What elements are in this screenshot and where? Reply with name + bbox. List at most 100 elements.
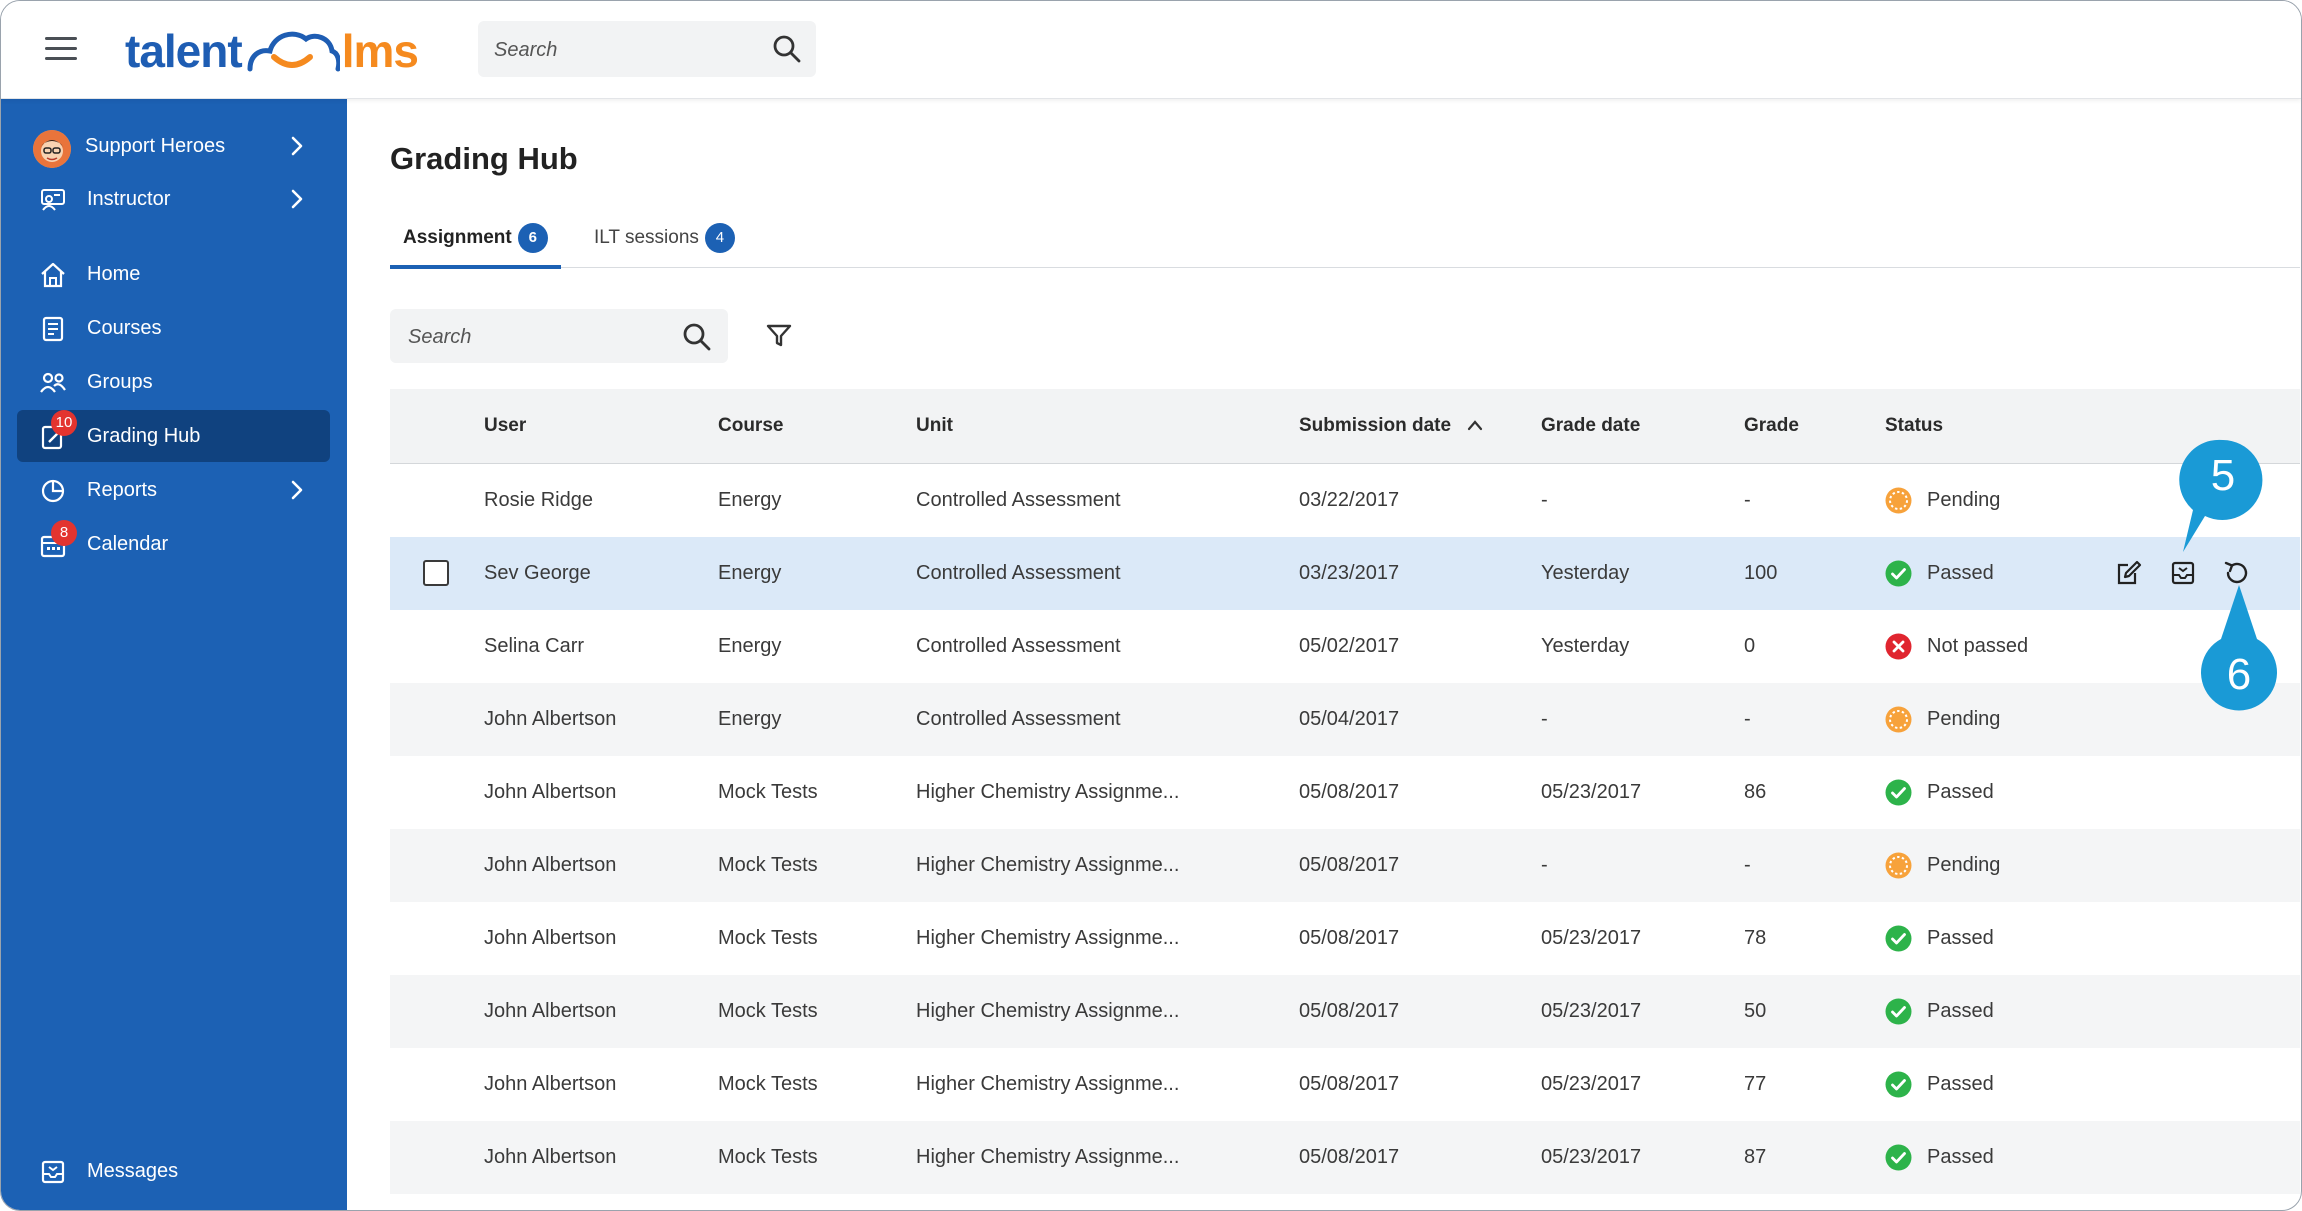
grading-search [390, 309, 728, 365]
cell-user: John Albertson [484, 1000, 617, 1022]
pending-icon [1885, 852, 1912, 879]
table-row[interactable]: John Albertson Mock Tests Higher Chemistry… [390, 756, 2300, 829]
cell-grade: 86 [1744, 781, 1767, 803]
search-icon[interactable] [682, 322, 712, 352]
cell-course: Mock Tests [718, 781, 818, 803]
passed-check-icon [1885, 779, 1912, 806]
table-row[interactable]: John Albertson Mock Tests Higher Chemistry… [390, 975, 2300, 1048]
sidebar-item-grading-hub[interactable]: 10 Grading Hub [17, 410, 330, 462]
column-header-user[interactable]: User [484, 389, 526, 463]
sidebar-item-support-heroes[interactable]: Support Heroes [17, 120, 330, 172]
tab-assignment[interactable]: Assignment 6 [390, 211, 561, 269]
page-title: Grading Hub [390, 141, 578, 176]
cell-course: Energy [718, 708, 782, 730]
avatar [33, 130, 71, 168]
cell-grade-date: Yesterday [1541, 562, 1630, 584]
grading-hub-badge: 10 [51, 410, 77, 436]
cell-grade-date: 05/23/2017 [1541, 781, 1642, 803]
cell-submission-date: 05/02/2017 [1299, 635, 1400, 657]
cell-grade-date: - [1541, 489, 1548, 511]
cell-unit: Higher Chemistry Assignme... [916, 1146, 1180, 1168]
tab-count-badge: 6 [517, 223, 548, 253]
sidebar-item-label: Home [87, 262, 141, 285]
row-select-checkbox[interactable] [423, 560, 449, 586]
tab-label: Assignment [403, 227, 512, 248]
sidebar-item-label: Support Heroes [85, 134, 226, 157]
table-row[interactable]: John Albertson Energy Controlled Assessmen… [390, 683, 2300, 756]
sidebar-item-label: Reports [87, 478, 158, 501]
chevron-right-icon [291, 189, 303, 209]
sidebar-item-reports[interactable]: Reports [17, 464, 330, 516]
sidebar-item-groups[interactable]: Groups [17, 356, 330, 408]
cell-grade: 87 [1744, 1146, 1767, 1168]
chevron-right-icon [291, 136, 303, 156]
column-header-status[interactable]: Status [1885, 389, 1943, 463]
cell-user: John Albertson [484, 854, 617, 876]
callout-5-number: 5 [2210, 451, 2236, 500]
cell-status: Passed [1927, 1073, 1994, 1095]
cell-unit: Higher Chemistry Assignme... [916, 1073, 1180, 1095]
cell-grade: 50 [1744, 1000, 1767, 1022]
table-row[interactable]: Selina Carr Energy Controlled Assessment 05… [390, 610, 2300, 683]
talentlms-logo[interactable]: talent lms [125, 19, 419, 79]
sidebar-item-label: Instructor [87, 187, 171, 210]
hamburger-menu-icon[interactable] [45, 37, 77, 61]
edit-icon[interactable] [2115, 559, 2143, 592]
calendar-badge: 8 [51, 520, 77, 546]
cell-grade: 0 [1744, 635, 1756, 657]
table-row[interactable]: John Albertson Mock Tests Higher Chemistry… [390, 1121, 2300, 1194]
global-search [478, 21, 816, 79]
callout-6-number: 6 [2226, 650, 2252, 699]
cell-grade-date: 05/23/2017 [1541, 1146, 1642, 1168]
filter-icon[interactable] [765, 323, 793, 349]
column-header-submission-date[interactable]: Submission date [1299, 389, 1451, 463]
top-bar: talent lms [1, 1, 2301, 99]
cell-user: John Albertson [484, 708, 617, 730]
passed-check-icon [1885, 1071, 1912, 1098]
passed-check-icon [1885, 1144, 1912, 1171]
cell-submission-date: 05/08/2017 [1299, 854, 1400, 876]
sidebar-item-messages[interactable]: Messages [17, 1145, 330, 1197]
cell-unit: Controlled Assessment [916, 562, 1121, 584]
sidebar-item-home[interactable]: Home [17, 248, 330, 300]
table-row[interactable]: John Albertson Mock Tests Higher Chemistry… [390, 829, 2300, 902]
sort-ascending-icon[interactable] [1467, 419, 1483, 431]
callout-6: 6 [2199, 581, 2279, 711]
sidebar-item-instructor[interactable]: Instructor [17, 173, 330, 225]
cell-course: Mock Tests [718, 1000, 818, 1022]
groups-icon [40, 372, 66, 393]
table-row[interactable]: John Albertson Mock Tests Higher Chemistry… [390, 902, 2300, 975]
table-row[interactable]: Rosie Ridge Energy Controlled Assessment 03… [390, 464, 2300, 537]
inbox-icon[interactable] [2169, 559, 2197, 592]
column-header-unit[interactable]: Unit [916, 389, 953, 463]
table-row[interactable]: Sev George Energy Controlled Assessment 03/… [390, 537, 2300, 610]
sidebar-item-calendar[interactable]: 8 Calendar [17, 518, 330, 570]
table-row[interactable]: John Albertson Mock Tests Higher Chemistry… [390, 1048, 2300, 1121]
cell-course: Energy [718, 489, 782, 511]
column-header-course[interactable]: Course [718, 389, 783, 463]
not-passed-x-icon [1885, 633, 1912, 660]
cell-course: Mock Tests [718, 1073, 818, 1095]
logo-text-talent: talent [125, 25, 243, 77]
cell-status: Passed [1927, 781, 1994, 803]
cell-status: Passed [1927, 927, 1994, 949]
cell-unit: Controlled Assessment [916, 635, 1121, 657]
home-icon [41, 262, 65, 288]
cell-submission-date: 05/08/2017 [1299, 1146, 1400, 1168]
cell-unit: Higher Chemistry Assignme... [916, 781, 1180, 803]
sidebar-item-courses[interactable]: Courses [17, 302, 330, 354]
logo-cloud-icon [247, 31, 340, 72]
cell-user: Selina Carr [484, 635, 585, 657]
cell-submission-date: 05/04/2017 [1299, 708, 1400, 730]
grading-search-input[interactable] [406, 309, 670, 365]
cell-unit: Higher Chemistry Assignme... [916, 1000, 1180, 1022]
search-icon[interactable] [772, 34, 802, 64]
column-header-grade-date[interactable]: Grade date [1541, 389, 1640, 463]
column-header-grade[interactable]: Grade [1744, 389, 1799, 463]
sidebar-item-label: Grading Hub [87, 424, 201, 447]
cell-grade-date: 05/23/2017 [1541, 1073, 1642, 1095]
pending-icon [1885, 706, 1912, 733]
pending-icon [1885, 487, 1912, 514]
tab-ilt-sessions[interactable]: ILT sessions 4 [594, 211, 735, 265]
global-search-input[interactable] [492, 21, 766, 79]
